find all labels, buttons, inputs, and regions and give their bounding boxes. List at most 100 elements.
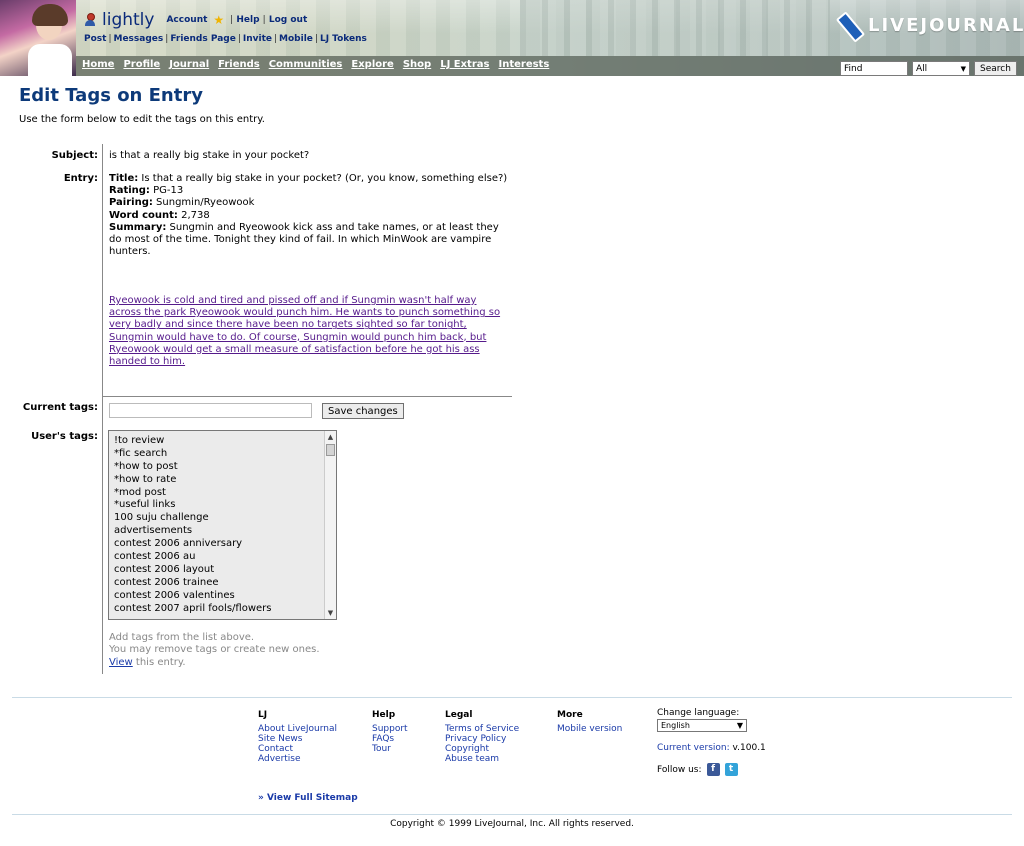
tag-hint: Add tags from the list above. You may re… [109, 632, 320, 669]
nav-friends[interactable]: Friends [218, 59, 260, 70]
tag-option[interactable]: contest 2006 layout [114, 564, 336, 577]
entry-excerpt-link[interactable]: Ryeowook is cold and tired and pissed of… [109, 295, 509, 368]
tag-option[interactable]: !to review [114, 435, 336, 448]
language-area: Change language: English ▼ [657, 708, 747, 732]
nav-interests[interactable]: Interests [498, 59, 549, 70]
current-version: Current version: v.100.1 [657, 743, 766, 753]
footer-link-support[interactable]: Support [372, 724, 408, 734]
save-changes-button[interactable]: Save changes [322, 403, 404, 419]
tag-option[interactable]: contest 2006 valentines [114, 590, 336, 603]
tag-option[interactable]: *how to rate [114, 474, 336, 487]
scroll-up-icon[interactable]: ▲ [325, 432, 336, 442]
nav-home[interactable]: Home [82, 59, 114, 70]
sub-nav-friends-page[interactable]: Friends Page [170, 34, 236, 44]
logo-text: LIVEJOURNAL [868, 14, 1024, 36]
tag-option[interactable]: advertisements [114, 525, 336, 538]
footer-column-more: More Mobile version [557, 710, 622, 734]
nav-journal[interactable]: Journal [169, 59, 209, 70]
entry-label: Entry: [63, 173, 98, 184]
search-type-value: All [916, 63, 928, 74]
version-value: v.100.1 [729, 743, 766, 753]
footer-link-faqs[interactable]: FAQs [372, 734, 408, 744]
entry-rating-label: Rating: [109, 185, 150, 197]
tag-option[interactable]: *mod post [114, 487, 336, 500]
livejournal-logo[interactable]: LIVEJOURNAL [836, 10, 1024, 40]
nav-communities[interactable]: Communities [269, 59, 343, 70]
pencil-icon [836, 10, 862, 40]
entry-title-label: Title: [109, 173, 139, 184]
help-link[interactable]: Help [236, 15, 259, 25]
search-type-select[interactable]: All ▼ [912, 61, 970, 76]
user-line: lightly Account ★ | Help | Log out [84, 10, 307, 30]
nav-profile[interactable]: Profile [123, 59, 160, 70]
entry-summary-value: Sungmin and Ryeowook kick ass and take n… [109, 221, 499, 258]
entry-pairing-label: Pairing: [109, 197, 153, 209]
twitter-icon[interactable]: t [724, 763, 738, 776]
tag-list-scrollbar[interactable]: ▲ ▼ [324, 431, 336, 619]
footer-divider-top [12, 697, 1012, 698]
sub-nav-invite[interactable]: Invite [243, 34, 272, 44]
account-link[interactable]: Account [166, 15, 207, 25]
footer-link-copyright[interactable]: Copyright [445, 744, 519, 754]
logout-link[interactable]: Log out [269, 15, 307, 25]
view-entry-link[interactable]: View [109, 657, 133, 668]
sub-nav-lj-tokens[interactable]: LJ Tokens [320, 34, 367, 44]
sub-nav-post[interactable]: Post [84, 34, 106, 44]
tag-option[interactable]: contest 2007 april fools/flowers [114, 603, 336, 616]
view-full-sitemap-link[interactable]: » View Full Sitemap [258, 793, 358, 803]
footer-heading-lj: LJ [258, 710, 268, 720]
footer-link-site-news[interactable]: Site News [258, 734, 337, 744]
footer-link-contact[interactable]: Contact [258, 744, 337, 754]
intro-text: Use the form below to edit the tags on t… [19, 114, 265, 125]
username-link[interactable]: lightly [102, 10, 154, 30]
header-background-building [520, 0, 830, 56]
nav-explore[interactable]: Explore [351, 59, 393, 70]
hint-line-2: You may remove tags or create new ones. [109, 644, 320, 656]
user-avatar[interactable] [0, 0, 76, 76]
page-title: Edit Tags on Entry [19, 85, 203, 106]
sub-nav-mobile[interactable]: Mobile [279, 34, 313, 44]
search-button[interactable]: Search [974, 61, 1017, 76]
footer-heading-help: Help [372, 710, 396, 720]
tag-option[interactable]: *fic search [114, 448, 336, 461]
change-language-label: Change language: [657, 708, 740, 718]
footer-link-tour[interactable]: Tour [372, 744, 408, 754]
current-tags-input[interactable] [109, 403, 312, 418]
sub-nav-messages[interactable]: Messages [114, 34, 164, 44]
search-input[interactable] [840, 61, 908, 76]
tag-option[interactable]: *how to post [114, 461, 336, 474]
follow-us: Follow us: f t [657, 763, 738, 776]
scroll-down-icon[interactable]: ▼ [325, 608, 336, 618]
facebook-icon[interactable]: f [706, 763, 720, 776]
nav-shop[interactable]: Shop [403, 59, 431, 70]
language-select[interactable]: English ▼ [657, 719, 747, 732]
footer-divider-bottom [12, 814, 1012, 815]
entry-rating-value: PG-13 [149, 185, 184, 197]
entry-summary-label: Summary: [109, 221, 167, 233]
footer-link-terms[interactable]: Terms of Service [445, 724, 519, 734]
footer-column-lj: LJ About LiveJournal Site News Contact A… [258, 710, 337, 764]
star-icon: ★ [213, 13, 225, 27]
chevron-down-icon: ▼ [960, 64, 966, 73]
footer-link-privacy[interactable]: Privacy Policy [445, 734, 519, 744]
tag-option[interactable]: contest 2006 anniversary [114, 538, 336, 551]
footer-link-mobile[interactable]: Mobile version [557, 724, 622, 734]
tag-option[interactable]: contest 2006 trainee [114, 577, 336, 590]
hint-line-3-rest: this entry. [132, 656, 186, 668]
user-icon[interactable] [84, 13, 96, 27]
entry-content: Title: Is that a really big stake in you… [109, 173, 509, 258]
copyright-text: Copyright © 1999 LiveJournal, Inc. All r… [390, 819, 634, 829]
hint-line-1: Add tags from the list above. [109, 632, 255, 643]
entry-wordcount-label: Word count: [109, 209, 178, 221]
users-tags-list[interactable]: !to review *fic search *how to post *how… [108, 430, 337, 620]
footer-link-advertise[interactable]: Advertise [258, 754, 337, 764]
tag-option[interactable]: 100 suju challenge [114, 512, 336, 525]
tag-option[interactable]: *useful links [114, 499, 336, 512]
scroll-thumb[interactable] [326, 444, 335, 456]
footer-heading-more: More [557, 710, 583, 720]
subject-value: is that a really big stake in your pocke… [109, 150, 310, 161]
footer-link-abuse[interactable]: Abuse team [445, 754, 519, 764]
footer-link-about[interactable]: About LiveJournal [258, 724, 337, 734]
tag-option[interactable]: contest 2006 au [114, 551, 336, 564]
nav-lj-extras[interactable]: LJ Extras [440, 59, 489, 70]
